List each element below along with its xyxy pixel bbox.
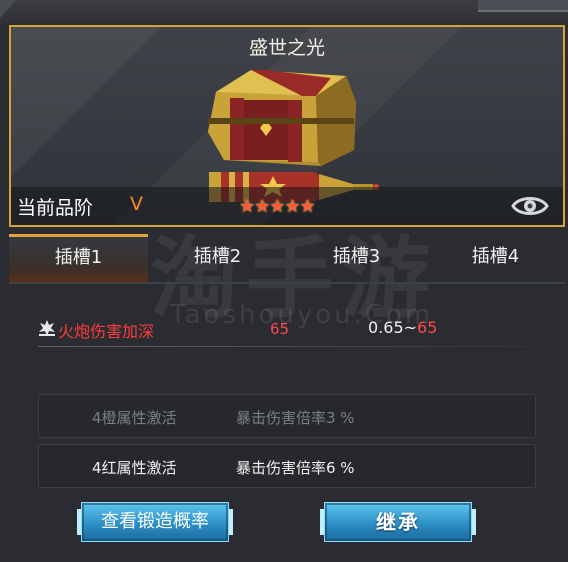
eye-icon[interactable]: [511, 193, 549, 219]
frame-corner: [0, 0, 16, 18]
set-bonus-name: 4红属性激活: [92, 459, 177, 477]
attribute-range: 0.65~65: [368, 318, 437, 337]
tab-slot-2[interactable]: 插槽2: [148, 234, 287, 282]
attribute-value: 65: [270, 320, 290, 338]
view-forge-rate-button[interactable]: 查看锻造概率: [77, 502, 233, 542]
tab-slot-3[interactable]: 插槽3: [287, 234, 426, 282]
quality-label: 当前品阶: [17, 197, 94, 219]
top-strip: [0, 0, 568, 24]
slot-tabs: 插槽1 插槽2 插槽3 插槽4: [9, 234, 565, 282]
range-high: 65: [417, 318, 438, 337]
attribute-row: 火炮伤害加深 65 0.65~65: [38, 316, 538, 346]
tab-divider: [9, 282, 565, 284]
set-bonus-orange: 4橙属性激活 暴击伤害倍率3 %: [38, 394, 536, 438]
item-panel: 盛世之光 当前品阶 V ★★★★★: [9, 25, 565, 227]
frame-corner: [478, 0, 568, 12]
explosion-icon: [39, 320, 55, 336]
set-bonus-desc: 暴击伤害倍率6 %: [236, 459, 355, 477]
inherit-button[interactable]: 继承: [320, 502, 476, 542]
set-bonus-name: 4橙属性激活: [92, 409, 177, 427]
item-chest-image: [208, 70, 356, 166]
tab-slot-1[interactable]: 插槽1: [9, 234, 148, 282]
attribute-name: 火炮伤害加深: [58, 322, 155, 341]
set-bonus-desc: 暴击伤害倍率3 %: [236, 409, 355, 427]
range-low: 0.65~: [368, 318, 418, 337]
set-bonus-red: 4红属性激活 暴击伤害倍率6 %: [38, 444, 536, 488]
divider: [38, 346, 528, 347]
tab-slot-4[interactable]: 插槽4: [426, 234, 565, 282]
item-title: 盛世之光: [248, 37, 325, 59]
quality-grade: V: [130, 193, 143, 215]
